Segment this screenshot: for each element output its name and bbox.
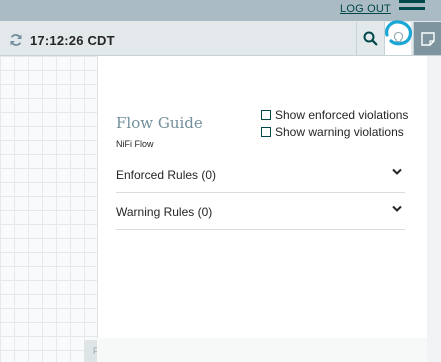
canvas-component-label: PG [84,340,98,362]
show-enforced-violations-checkbox[interactable] [261,110,271,120]
flow-guide-subtitle: NiFi Flow [116,139,154,149]
panel-scroll-gutter [427,56,441,362]
show-warning-violations-checkbox[interactable] [261,127,271,137]
chevron-down-icon[interactable] [392,168,402,176]
show-enforced-violations-label: Show enforced violations [275,108,409,122]
notes-icon [421,32,435,46]
search-icon [363,31,378,46]
warning-rules-label: Warning Rules (0) [116,205,213,219]
show-enforced-violations-option[interactable]: Show enforced violations [261,108,408,122]
chevron-down-icon[interactable] [392,205,402,213]
flow-canvas[interactable] [0,56,97,362]
show-warning-violations-option[interactable]: Show warning violations [261,125,404,139]
flow-guide-title: Flow Guide [116,114,203,132]
last-refreshed-time: 17:12:26 CDT [30,33,115,48]
enforced-rules-section[interactable]: Enforced Rules (0) [116,156,405,193]
panel-footer [97,338,427,362]
refresh-icon[interactable] [9,33,23,47]
warning-rules-section[interactable]: Warning Rules (0) [116,193,405,230]
search-button[interactable] [356,22,383,55]
notes-button[interactable] [413,22,441,55]
logout-link[interactable]: LOG OUT [340,3,391,15]
show-warning-violations-label: Show warning violations [275,125,404,139]
lightbulb-icon [393,31,404,45]
flow-guide-button[interactable] [384,22,411,55]
enforced-rules-label: Enforced Rules (0) [116,168,217,182]
hamburger-menu-icon[interactable] [399,0,425,14]
